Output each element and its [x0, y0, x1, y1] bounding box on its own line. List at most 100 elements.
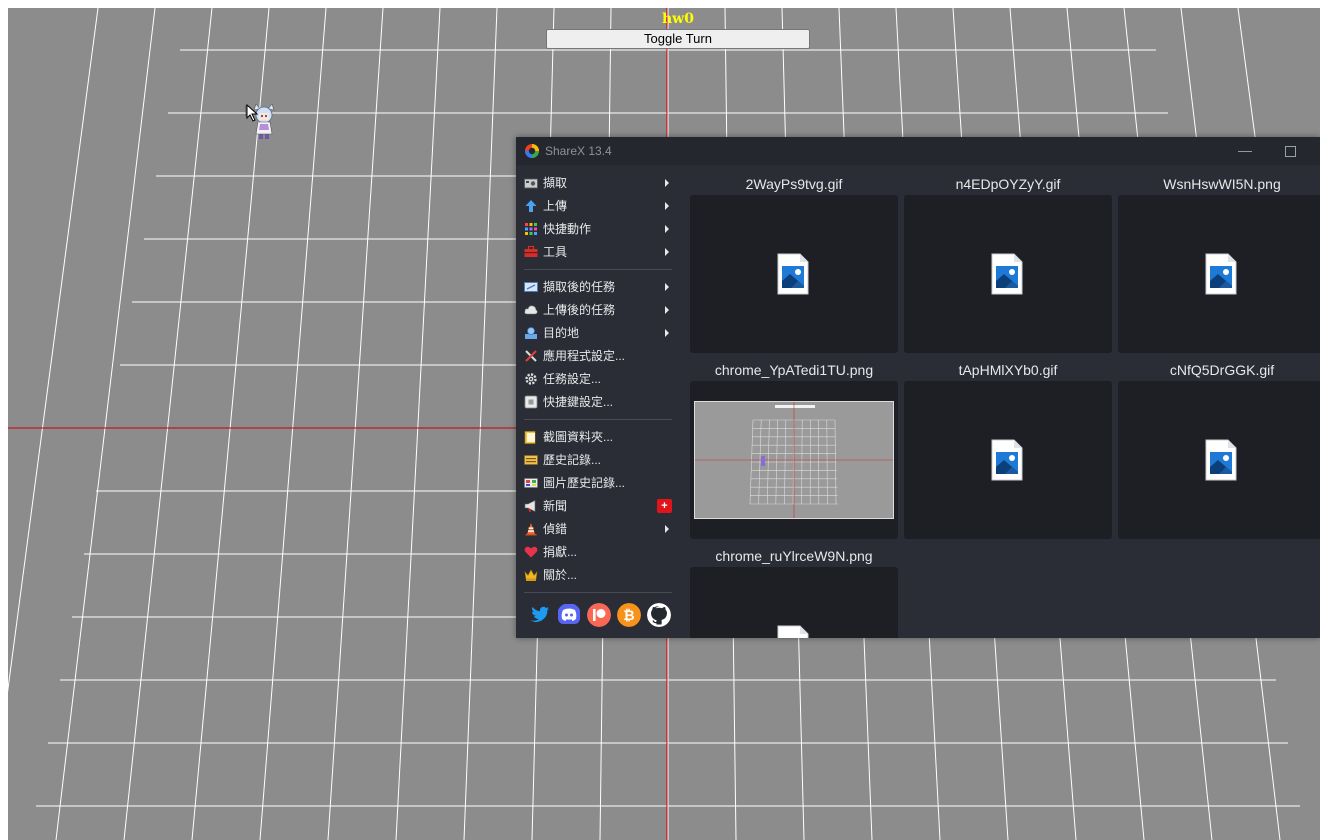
history-icon	[524, 455, 538, 465]
menu-label: 新聞	[543, 499, 568, 513]
minimize-button[interactable]: —	[1230, 141, 1260, 161]
grid-line	[327, 8, 384, 840]
menu-item-image-history[interactable]: 圖片歷史記錄...	[524, 473, 674, 493]
thumbnail-preview[interactable]	[690, 567, 898, 638]
menu-item-after-upload[interactable]: 上傳後的任務	[524, 300, 674, 320]
menu-label: 擷取後的任務	[543, 280, 616, 294]
thumbnail-preview[interactable]	[904, 381, 1112, 539]
toolbox-icon	[524, 245, 538, 257]
megaphone-icon	[524, 500, 536, 512]
thumbnail-preview[interactable]	[690, 195, 898, 353]
menu-item-about[interactable]: 關於...	[524, 565, 674, 585]
workflow-grid-icon	[525, 223, 537, 235]
mouse-cursor-icon	[246, 104, 259, 122]
menu-separator	[524, 269, 672, 270]
menu-item-history[interactable]: 歷史記錄...	[524, 450, 674, 470]
submenu-arrow-icon	[665, 248, 669, 256]
menu-item-screenshots-folder[interactable]: 截圖資料夾...	[524, 427, 674, 447]
grid-line	[395, 8, 441, 840]
crown-icon	[524, 569, 538, 581]
menu-item-news[interactable]: 新聞 +	[524, 496, 674, 516]
grid-line	[55, 8, 156, 840]
github-icon[interactable]	[647, 603, 671, 627]
menu-item-app-settings[interactable]: 應用程式設定...	[524, 346, 674, 366]
menu-label: 目的地	[543, 326, 580, 340]
after-capture-icon	[524, 282, 538, 292]
menu-separator	[524, 592, 672, 593]
submenu-arrow-icon	[665, 525, 669, 533]
thumbnail-filename: WsnHswWI5N.png	[1163, 176, 1281, 192]
grid-line	[8, 8, 99, 693]
menu-item-workflows[interactable]: 快捷動作	[524, 219, 674, 239]
menu-label: 任務設定...	[543, 372, 602, 386]
submenu-arrow-icon	[665, 283, 669, 291]
destination-icon	[525, 327, 537, 339]
menu-item-task-settings[interactable]: 任務設定...	[524, 369, 674, 389]
menu-label: 截圖資料夾...	[543, 430, 614, 444]
menu-label: 快捷鍵設定...	[543, 395, 614, 409]
thumbnail-filename: tApHMlXYb0.gif	[958, 362, 1058, 378]
menu-item-upload[interactable]: 上傳	[524, 196, 674, 216]
bitcoin-icon[interactable]: ₿	[617, 603, 641, 627]
heart-icon	[524, 546, 538, 558]
menu-separator	[524, 419, 672, 420]
sharex-logo-icon	[525, 144, 539, 158]
image-file-icon	[1205, 253, 1237, 295]
menu-label: 圖片歷史記錄...	[543, 476, 626, 490]
submenu-arrow-icon	[665, 179, 669, 187]
image-file-icon	[777, 625, 809, 638]
thumbnail-filename: chrome_ruYlrceW9N.png	[715, 548, 873, 564]
patreon-icon[interactable]	[587, 603, 611, 627]
thumbnail-preview[interactable]	[1118, 195, 1320, 353]
news-badge: +	[657, 499, 672, 513]
menu-item-after-capture[interactable]: 擷取後的任務	[524, 277, 674, 297]
image-file-icon	[991, 439, 1023, 481]
thumbnail-preview[interactable]	[1118, 381, 1320, 539]
menu-label: 上傳	[543, 199, 568, 213]
menu-item-debug[interactable]: 偵錯	[524, 519, 674, 539]
maximize-button[interactable]	[1275, 141, 1305, 161]
menu-item-hotkey-settings[interactable]: 快捷鍵設定...	[524, 392, 674, 412]
menu-label: 上傳後的任務	[543, 303, 616, 317]
toggle-turn-button[interactable]: Toggle Turn	[546, 29, 810, 49]
submenu-arrow-icon	[665, 306, 669, 314]
camera-icon	[524, 178, 538, 189]
traffic-cone-icon	[525, 523, 537, 536]
grid-line	[463, 8, 498, 840]
menu-label: 捐獻...	[543, 545, 578, 559]
image-file-icon	[1205, 439, 1237, 481]
wrench-screwdriver-icon	[525, 350, 537, 362]
twitter-icon[interactable]	[527, 603, 551, 627]
discord-icon[interactable]	[557, 603, 581, 627]
gear-icon	[525, 373, 537, 385]
menu-label: 偵錯	[543, 522, 568, 536]
grid-line	[123, 8, 213, 840]
sharex-window: ShareX 13.4 — 擷取 上傳 快捷動作 工具 擷取後的任務 上傳後的任…	[516, 137, 1320, 638]
thumbnail-filename: chrome_YpATedi1TU.png	[714, 362, 874, 378]
menu-label: 關於...	[543, 568, 578, 582]
submenu-arrow-icon	[665, 329, 669, 337]
menu-item-destinations[interactable]: 目的地	[524, 323, 674, 343]
keyboard-key-icon	[524, 395, 538, 409]
svg-text:₿: ₿	[623, 608, 634, 624]
menu-label: 歷史記錄...	[543, 453, 602, 467]
maximize-icon	[1285, 146, 1296, 157]
thumbnail-filename: 2WayPs9tvg.gif	[745, 176, 843, 192]
menu-item-donate[interactable]: 捐獻...	[524, 542, 674, 562]
menu-item-tools[interactable]: 工具	[524, 242, 674, 262]
folder-icon	[524, 431, 536, 444]
sharex-titlebar[interactable]: ShareX 13.4 —	[516, 137, 1320, 165]
thumbnail-preview[interactable]	[690, 381, 898, 539]
menu-label: 擷取	[543, 176, 568, 190]
screenshot-preview-image	[694, 401, 894, 519]
image-file-icon	[777, 253, 809, 295]
submenu-arrow-icon	[665, 225, 669, 233]
window-title: ShareX 13.4	[545, 144, 612, 158]
image-history-icon	[524, 478, 538, 488]
thumbnail-preview[interactable]	[904, 195, 1112, 353]
thumbnail-filename: n4EDpOYZyY.gif	[955, 176, 1061, 192]
cloud-upload-icon	[524, 305, 538, 315]
menu-label: 快捷動作	[543, 222, 592, 236]
submenu-arrow-icon	[665, 202, 669, 210]
menu-item-capture[interactable]: 擷取	[524, 173, 674, 193]
